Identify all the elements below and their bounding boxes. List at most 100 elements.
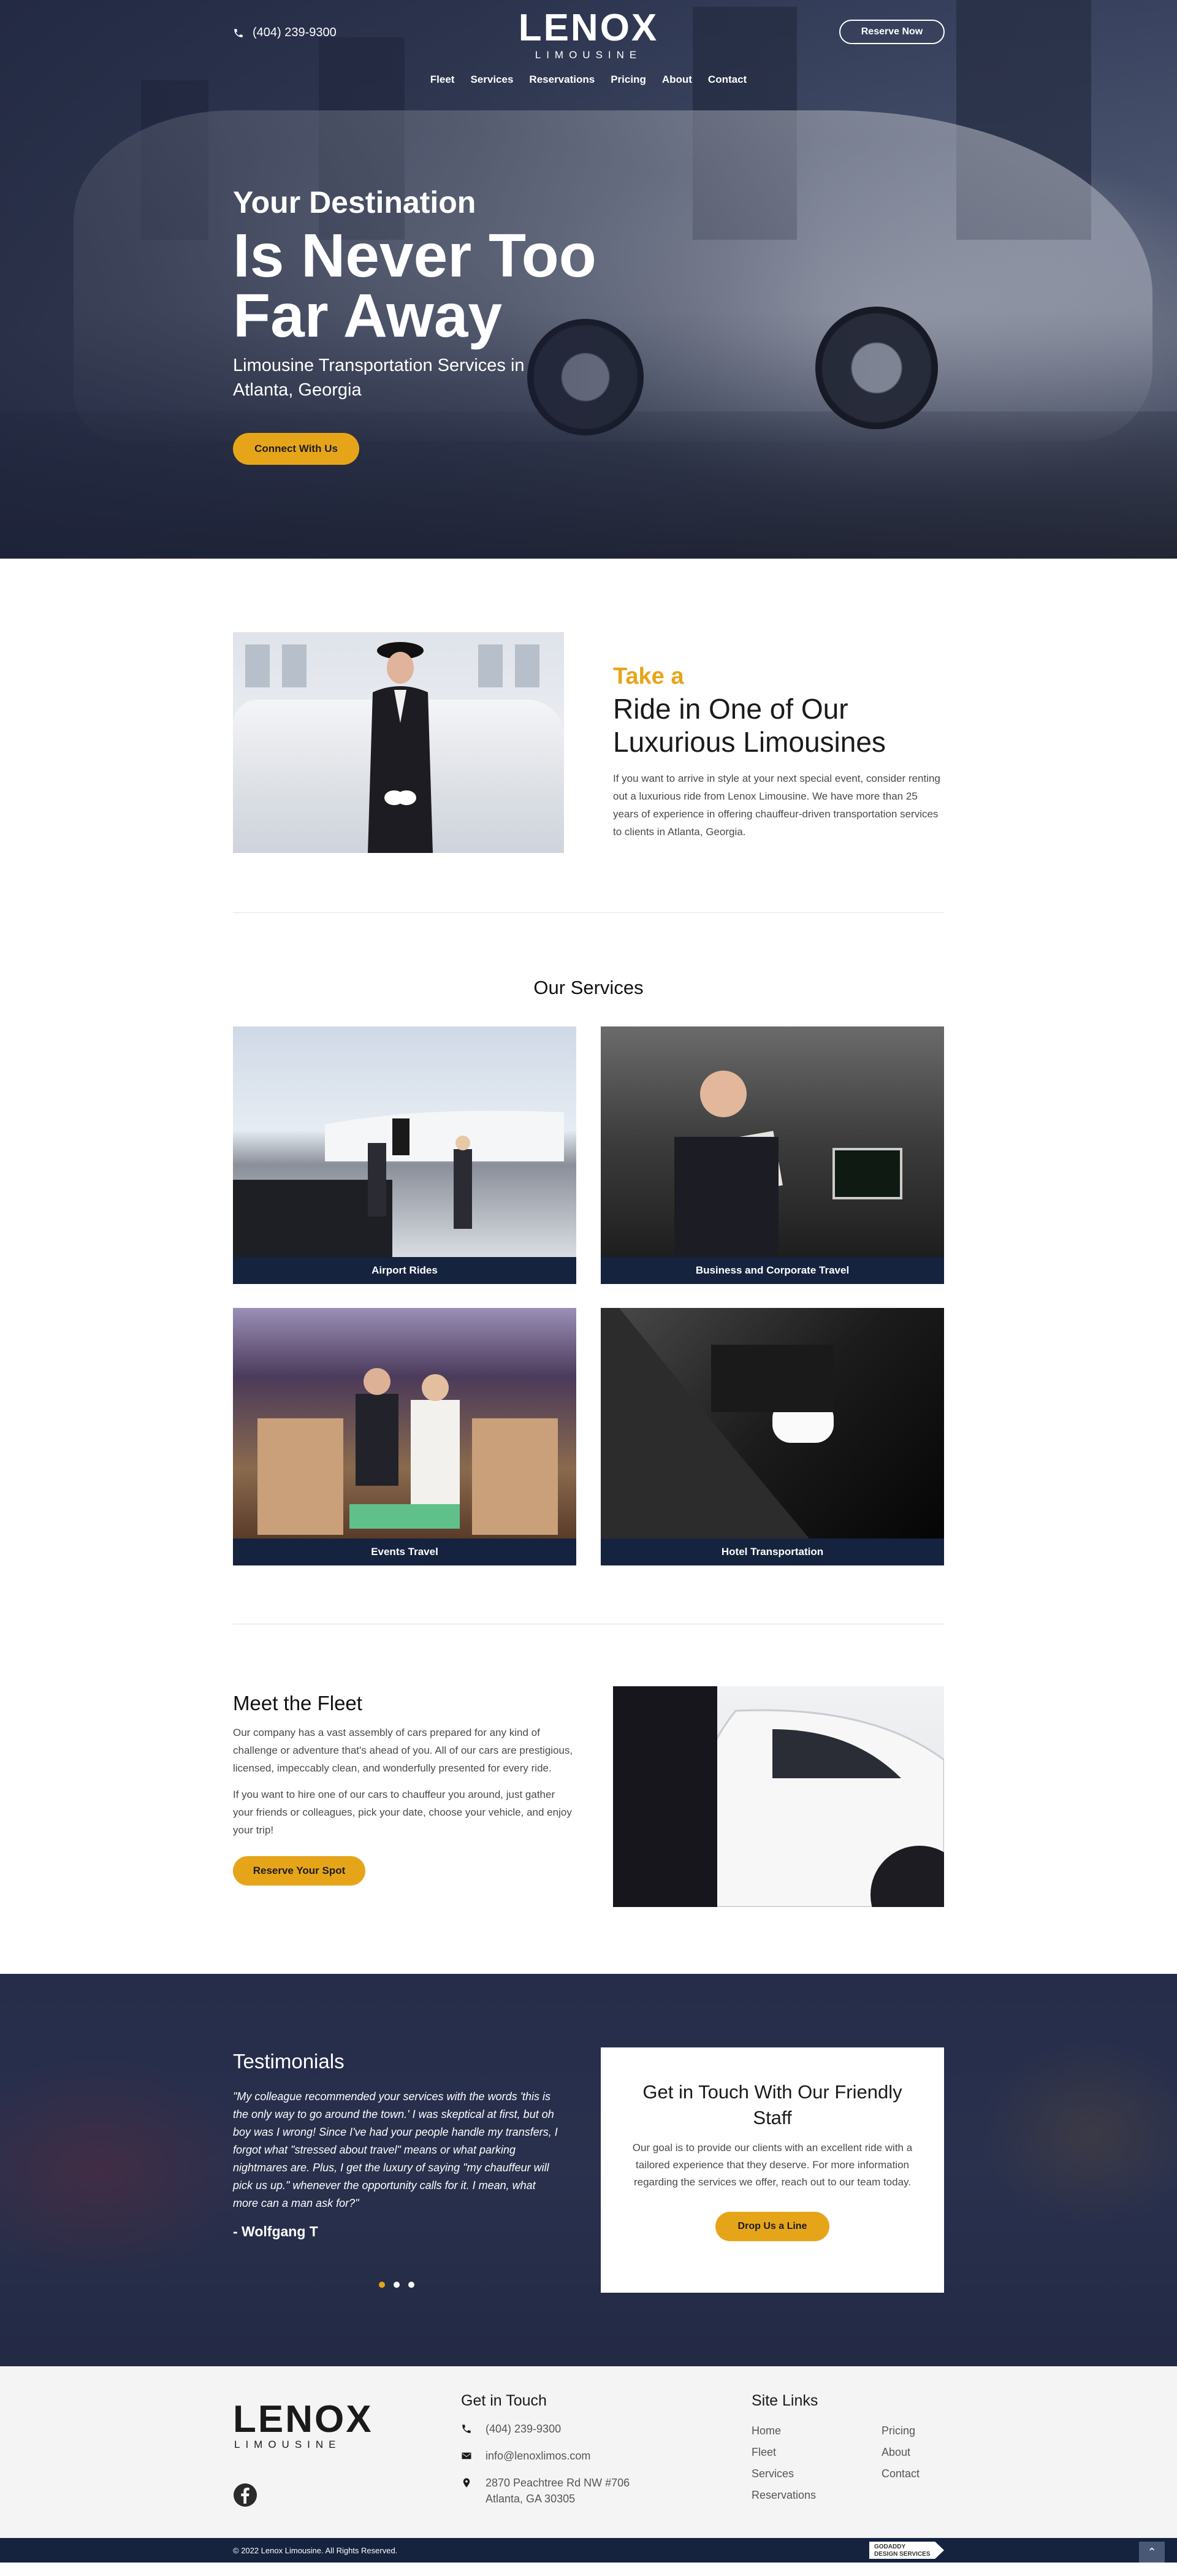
- airport-image: [233, 1026, 576, 1257]
- service-card-hotel[interactable]: Hotel Transportation: [601, 1308, 944, 1565]
- services-title: Our Services: [533, 977, 644, 998]
- building-window: [515, 644, 539, 687]
- scroll-to-top-button[interactable]: ⌃: [1139, 2542, 1165, 2563]
- footer-links-title: Site Links: [752, 2392, 818, 2409]
- badge-line2: DESIGN SERVICES: [874, 2551, 931, 2558]
- fleet-title: Meet the Fleet: [233, 1692, 362, 1714]
- copyright-text: © 2022 Lenox Limousine. All Rights Reser…: [233, 2546, 398, 2555]
- reserve-now-button[interactable]: Reserve Now: [839, 20, 945, 44]
- footer-address-line2: Atlanta, GA 30305: [486, 2493, 576, 2505]
- carousel-dot-3[interactable]: [408, 2282, 414, 2288]
- footer-contact: Get in Touch (404) 239-9300 info@lenoxli…: [461, 2392, 718, 2507]
- copyright-bar: © 2022 Lenox Limousine. All Rights Reser…: [0, 2538, 1177, 2563]
- services-section: Our Services Airport Rides Business and …: [0, 913, 1177, 1624]
- service-caption: Hotel Transportation: [601, 1538, 944, 1565]
- testimonial-quote: "My colleague recommended your services …: [233, 2090, 558, 2209]
- contact-card-body: Our goal is to provide our clients with …: [632, 2142, 913, 2188]
- hero-heading-line2a: Is Never Too: [233, 221, 596, 290]
- footer-address-row[interactable]: 2870 Peachtree Rd NW #706 Atlanta, GA 30…: [461, 2475, 718, 2507]
- drop-line-button[interactable]: Drop Us a Line: [715, 2212, 829, 2241]
- hotel-image: [601, 1308, 944, 1538]
- footer-link-fleet[interactable]: Fleet: [752, 2446, 882, 2459]
- location-icon: [463, 2478, 470, 2488]
- fleet-paragraph-2: If you want to hire one of our cars to c…: [233, 1789, 572, 1836]
- testimonials-title: Testimonials: [233, 2050, 345, 2073]
- nav-services[interactable]: Services: [470, 74, 513, 86]
- fleet-image: [613, 1686, 944, 1907]
- phone-icon: [234, 28, 243, 37]
- nav-fleet[interactable]: Fleet: [430, 74, 455, 86]
- footer-email-row[interactable]: info@lenoxlimos.com: [461, 2448, 718, 2464]
- footer-phone-text: (404) 239-9300: [486, 2423, 562, 2435]
- footer-logo-subtitle: LIMOUSINE: [234, 2439, 341, 2450]
- footer-link-services[interactable]: Services: [752, 2467, 882, 2480]
- footer-links-list: Home Pricing Fleet About Services Contac…: [752, 2425, 972, 2502]
- nav-contact[interactable]: Contact: [708, 74, 747, 86]
- reserve-spot-button[interactable]: Reserve Your Spot: [233, 1856, 365, 1886]
- chauffeur-image: [233, 632, 564, 853]
- service-card-events[interactable]: Events Travel: [233, 1308, 576, 1565]
- footer-link-home[interactable]: Home: [752, 2425, 882, 2437]
- logo-wordmark: LENOX: [519, 9, 657, 48]
- badge-line1: GODADDY: [874, 2544, 906, 2550]
- building-window: [245, 644, 270, 687]
- fleet-section: Meet the Fleet Our company has a vast as…: [0, 1624, 1177, 1974]
- main-nav: Fleet Services Reservations Pricing Abou…: [0, 74, 1177, 86]
- header-phone-text: (404) 239-9300: [253, 26, 337, 39]
- chauffeur-figure: [368, 642, 433, 853]
- footer-logo-word: LENOX: [233, 2398, 373, 2440]
- footer-link-reservations[interactable]: Reservations: [752, 2489, 882, 2502]
- contact-card: Get in Touch With Our Friendly Staff Our…: [601, 2047, 944, 2293]
- godaddy-badge[interactable]: GODADDY DESIGN SERVICES: [869, 2542, 944, 2559]
- footer-email-text: info@lenoxlimos.com: [486, 2450, 591, 2462]
- footer-link-contact[interactable]: Contact: [882, 2467, 955, 2480]
- hero-heading-line1: Your Destination: [233, 185, 476, 220]
- business-image: [601, 1026, 944, 1257]
- service-caption: Events Travel: [233, 1538, 576, 1565]
- hero-subtitle: Limousine Transportation Services in Atl…: [233, 356, 525, 400]
- connect-button[interactable]: Connect With Us: [233, 433, 359, 465]
- site-footer: LENOX LIMOUSINE Get in Touch (404) 239-9…: [0, 2366, 1177, 2538]
- service-card-business[interactable]: Business and Corporate Travel: [601, 1026, 944, 1284]
- ride-content: Take a Ride in One of Our Luxurious Limo…: [613, 663, 944, 841]
- site-header: (404) 239-9300 LENOX LIMOUSINE Reserve N…: [0, 0, 1177, 98]
- hero-heading-line2: Is Never Too Far Away: [233, 221, 596, 350]
- footer-address-line1: 2870 Peachtree Rd NW #706: [486, 2477, 630, 2489]
- building-window: [478, 644, 503, 687]
- hero-content: Your Destination Is Never Too Far Away L…: [233, 184, 596, 465]
- fleet-paragraph-1: Our company has a vast assembly of cars …: [233, 1727, 573, 1774]
- events-image: [233, 1308, 576, 1538]
- fleet-content: Meet the Fleet Our company has a vast as…: [233, 1692, 576, 1886]
- footer-site-links: Site Links Home Pricing Fleet About Serv…: [752, 2392, 972, 2502]
- footer-logo[interactable]: LENOX LIMOUSINE: [233, 2401, 373, 2451]
- testimonial-author: - Wolfgang T: [233, 2223, 318, 2239]
- building-window: [282, 644, 307, 687]
- testimonial-band: Testimonials "My colleague recommended y…: [0, 1974, 1177, 2366]
- site-logo[interactable]: LENOX LIMOUSINE: [519, 9, 657, 61]
- nav-pricing[interactable]: Pricing: [611, 74, 646, 86]
- email-icon: [462, 2452, 471, 2459]
- nav-reservations[interactable]: Reservations: [529, 74, 595, 86]
- hero-heading-line2b: Far Away: [233, 281, 503, 350]
- logo-subtitle: LIMOUSINE: [535, 49, 642, 61]
- carousel-dots: [379, 2282, 414, 2288]
- ride-body: If you want to arrive in style at your n…: [613, 773, 940, 838]
- logo-word-text: LENOX: [518, 7, 659, 49]
- band-overlay: [0, 1974, 1177, 2366]
- header-phone[interactable]: (404) 239-9300: [233, 26, 337, 40]
- footer-link-pricing[interactable]: Pricing: [882, 2425, 955, 2437]
- footer-phone-row[interactable]: (404) 239-9300: [461, 2421, 718, 2437]
- footer-contact-title: Get in Touch: [461, 2392, 547, 2409]
- testimonials-block: Testimonials "My colleague recommended y…: [233, 2050, 558, 2240]
- nav-about[interactable]: About: [662, 74, 692, 86]
- hero-section: (404) 239-9300 LENOX LIMOUSINE Reserve N…: [0, 0, 1177, 559]
- footer-link-about[interactable]: About: [882, 2446, 955, 2459]
- footer-address: 2870 Peachtree Rd NW #706 Atlanta, GA 30…: [486, 2475, 630, 2507]
- service-card-airport[interactable]: Airport Rides: [233, 1026, 576, 1284]
- service-caption: Business and Corporate Travel: [601, 1257, 944, 1284]
- carousel-dot-2[interactable]: [394, 2282, 400, 2288]
- facebook-icon[interactable]: [233, 2483, 257, 2507]
- ride-kicker: Take a: [613, 663, 684, 689]
- arrow-up-icon: ⌃: [1147, 2546, 1157, 2558]
- carousel-dot-1[interactable]: [379, 2282, 385, 2288]
